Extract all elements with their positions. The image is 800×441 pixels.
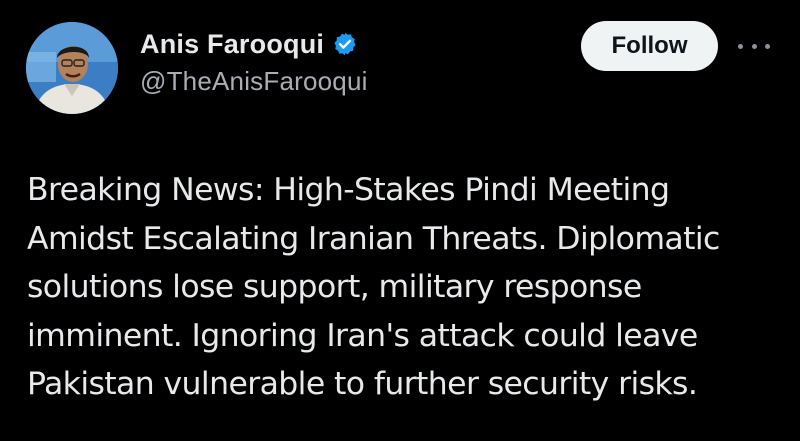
follow-button[interactable]: Follow [581,21,718,71]
tweet-text-line: solutions lose support, military respons… [27,269,642,305]
tweet-header: Anis Farooqui @TheAnisFarooqui Follow [0,0,800,120]
tweet-text: Breaking News: High-Stakes Pindi Meeting… [27,166,787,409]
display-name[interactable]: Anis Farooqui [140,29,324,60]
tweet-text-line: Pakistan vulnerable to further security … [27,366,698,402]
display-name-row: Anis Farooqui [140,26,368,62]
more-dot [765,43,770,49]
tweet-text-line: Breaking News: High-Stakes Pindi Meeting [27,172,670,208]
tweet-text-line: Amidst Escalating Iranian Threats. Diplo… [27,220,720,257]
avatar[interactable] [26,22,118,114]
profile-photo-icon [26,22,118,114]
author-info: Anis Farooqui @TheAnisFarooqui [140,26,368,97]
verified-badge-icon [332,31,358,57]
more-dot [751,43,757,49]
user-handle[interactable]: @TheAnisFarooqui [140,66,368,97]
more-dot [738,43,743,49]
tweet-text-line: imminent. Ignoring Iran's attack could l… [27,317,698,354]
more-options-icon[interactable] [738,36,770,56]
